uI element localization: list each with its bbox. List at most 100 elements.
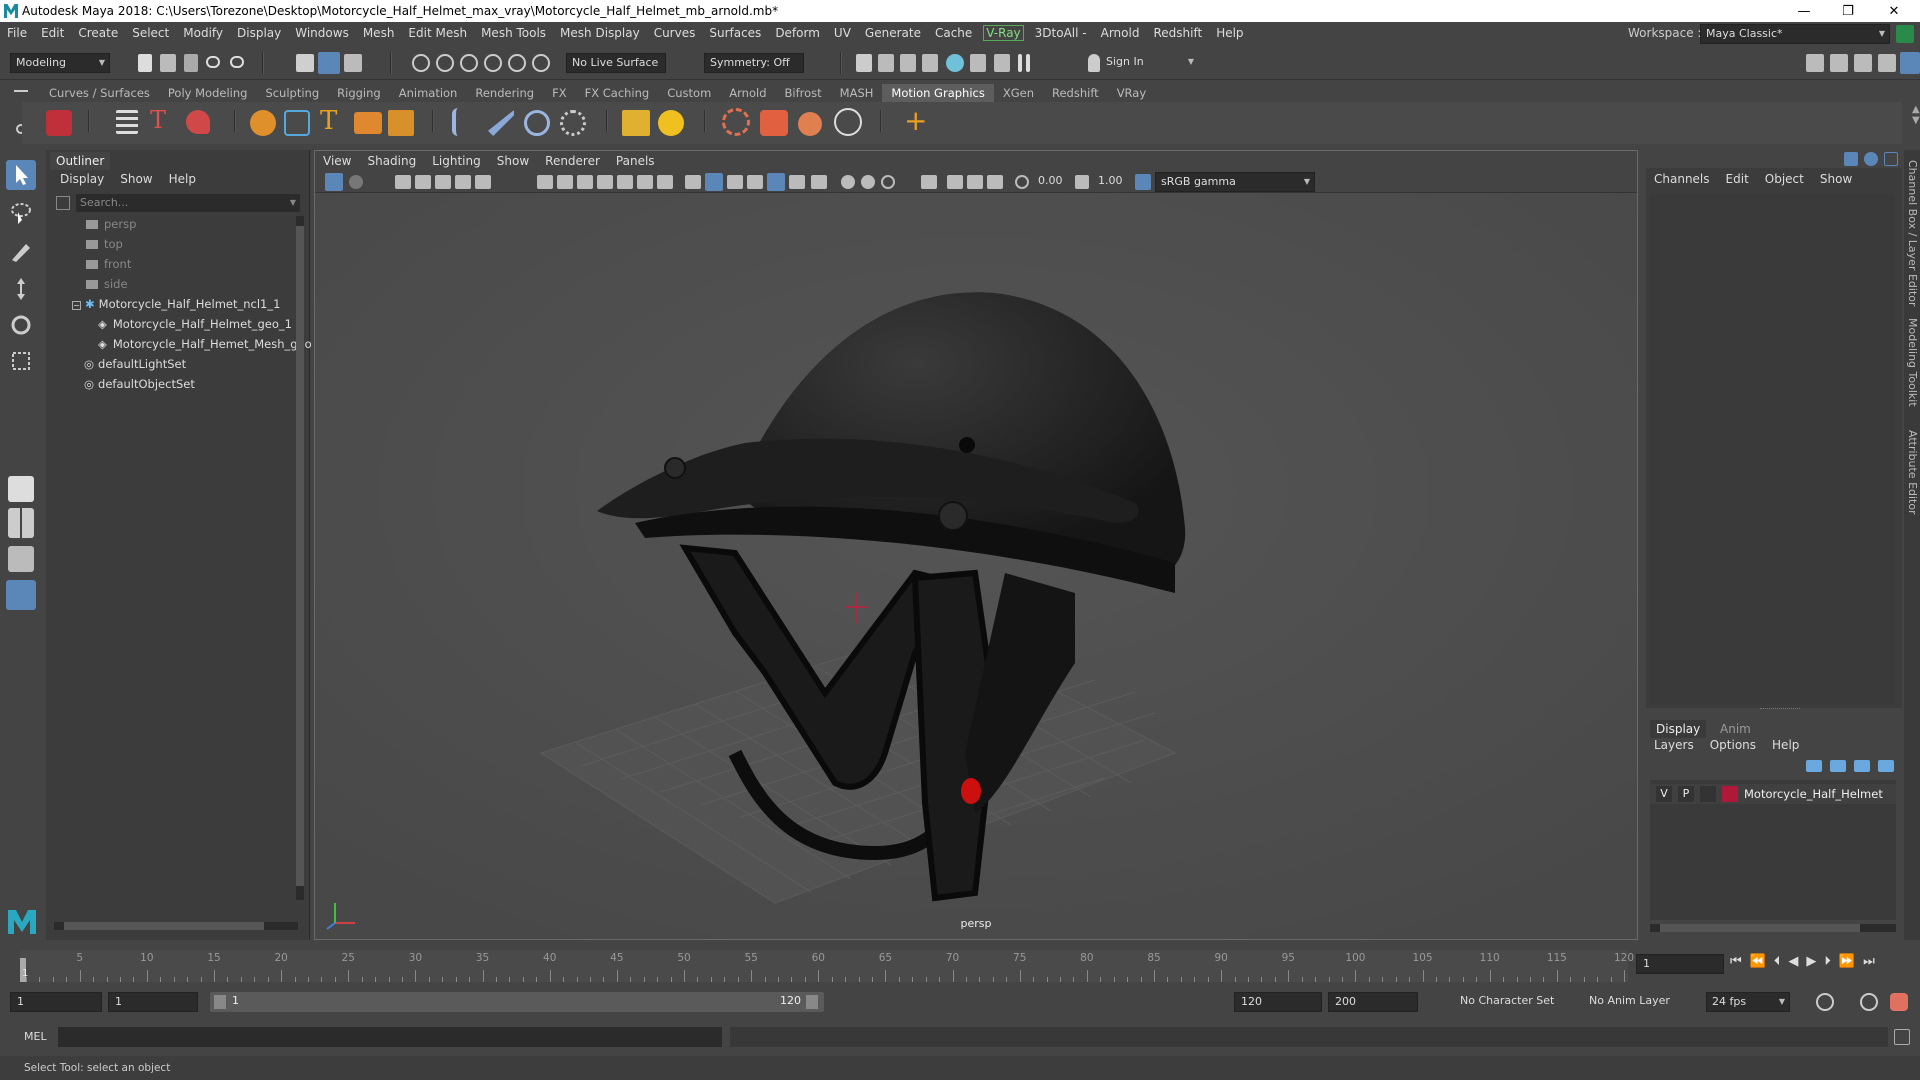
layer-visibility-toggle[interactable]: V: [1656, 786, 1672, 802]
lights-icon[interactable]: [767, 173, 785, 191]
sun-icon[interactable]: [658, 110, 684, 136]
pause-icon[interactable]: [1018, 54, 1022, 72]
playback-end-field[interactable]: 120: [1234, 992, 1322, 1012]
channelbox-menu-show[interactable]: Show: [1812, 172, 1860, 186]
attribute-editor-icon[interactable]: [1830, 54, 1848, 72]
channelbox-icon[interactable]: [1844, 152, 1858, 166]
resolution-gate-icon[interactable]: [577, 175, 593, 189]
shelf-menu-icon[interactable]: [14, 90, 28, 92]
menu-display[interactable]: Display: [230, 26, 288, 40]
snowflake-icon[interactable]: [834, 108, 862, 136]
select-tool-icon[interactable]: [6, 160, 36, 190]
text-icon[interactable]: T: [150, 106, 166, 134]
menu-windows[interactable]: Windows: [288, 26, 356, 40]
scene-end-field[interactable]: 200: [1328, 992, 1418, 1012]
lasso-tool-icon[interactable]: [6, 198, 36, 228]
select-by-component-icon[interactable]: [344, 54, 362, 72]
shadows-icon[interactable]: [789, 175, 805, 189]
persp-outliner-icon[interactable]: [8, 546, 34, 572]
viewport-menu-show[interactable]: Show: [489, 154, 537, 168]
modeling-toolkit-icon[interactable]: [1806, 54, 1824, 72]
outliner-item-side[interactable]: side: [86, 274, 128, 294]
viewport-menu-lighting[interactable]: Lighting: [424, 154, 489, 168]
snap-pivot-icon[interactable]: [532, 54, 550, 72]
select-by-object-icon[interactable]: [318, 52, 340, 74]
camera-lock-icon[interactable]: [349, 175, 363, 189]
layer-color-swatch[interactable]: [1722, 786, 1738, 802]
symmetry-dropdown[interactable]: Symmetry: Off: [704, 53, 804, 73]
play-forward-icon[interactable]: ▶: [1806, 954, 1816, 969]
gear-icon[interactable]: [722, 108, 750, 136]
new-scene-icon[interactable]: [138, 54, 152, 72]
layer-name[interactable]: Motorcycle_Half_Helmet: [1744, 786, 1883, 802]
shelf-tab-poly-modeling[interactable]: Poly Modeling: [159, 84, 257, 102]
color-space-dropdown[interactable]: sRGB gamma ▼: [1155, 172, 1315, 192]
viewport-menu-view[interactable]: View: [315, 154, 359, 168]
shelf-tab-rigging[interactable]: Rigging: [328, 84, 390, 102]
save-scene-icon[interactable]: [184, 54, 198, 72]
outliner-menu-display[interactable]: Display: [52, 170, 112, 188]
menu-file[interactable]: File: [0, 26, 34, 40]
smooth-shade-icon[interactable]: [705, 173, 723, 191]
layer-tab-anim[interactable]: Anim: [1720, 720, 1751, 738]
xray-icon[interactable]: [947, 175, 963, 189]
animation-prefs-icon[interactable]: [1890, 993, 1908, 1011]
menu-generate[interactable]: Generate: [858, 26, 928, 40]
field-chart-icon[interactable]: [617, 175, 633, 189]
script-language-label[interactable]: MEL: [24, 1030, 47, 1043]
menu-arnold[interactable]: Arnold: [1094, 26, 1147, 40]
script-editor-icon[interactable]: [1894, 1029, 1910, 1045]
camera-select-icon[interactable]: [325, 173, 343, 191]
outliner-layout-icon[interactable]: [6, 580, 36, 610]
menu-edit[interactable]: Edit: [34, 26, 71, 40]
snap-view-icon[interactable]: [484, 54, 502, 72]
grid-toggle-icon[interactable]: [537, 175, 553, 189]
menu-curves[interactable]: Curves: [647, 26, 703, 40]
open-scene-icon[interactable]: [160, 54, 176, 72]
auto-key-icon[interactable]: [1860, 993, 1878, 1011]
menu-deform[interactable]: Deform: [768, 26, 827, 40]
outliner-menu-help[interactable]: Help: [161, 170, 204, 188]
outliner-search-input[interactable]: Search... ▼: [76, 194, 300, 212]
shelf-tab-rendering[interactable]: Rendering: [466, 84, 543, 102]
playback-start-field[interactable]: 1: [108, 992, 198, 1012]
step-forward-frame-icon[interactable]: ⏵: [1824, 954, 1831, 969]
safe-title-icon[interactable]: [657, 175, 673, 189]
depth-of-field-icon[interactable]: [881, 175, 895, 189]
exposure-field[interactable]: 0.00: [1033, 172, 1073, 192]
step-back-frame-icon[interactable]: ⏴: [1774, 954, 1781, 969]
list-icon[interactable]: [116, 110, 138, 134]
menu-vray[interactable]: V-Ray: [983, 25, 1024, 41]
filter-icon[interactable]: [56, 196, 70, 210]
mash-network-icon[interactable]: [46, 110, 72, 136]
wireframe-icon[interactable]: [685, 175, 701, 189]
backface-culling-icon[interactable]: [987, 175, 1003, 189]
move-tool-icon[interactable]: [6, 274, 36, 304]
menu-mesh-display[interactable]: Mesh Display: [553, 26, 647, 40]
loop-icon[interactable]: [1816, 993, 1834, 1011]
range-bar[interactable]: 1 120: [210, 992, 824, 1012]
move-layer-down-icon[interactable]: [1830, 760, 1846, 772]
film-gate-icon[interactable]: [557, 175, 573, 189]
side-tab-modeling-toolkit[interactable]: Modeling Toolkit: [1906, 318, 1919, 407]
panel-splitter[interactable]: [1760, 708, 1800, 711]
sphere-icon[interactable]: [250, 110, 276, 136]
shelf-tab-fx-caching[interactable]: FX Caching: [576, 84, 659, 102]
image-plane-icon[interactable]: [435, 175, 451, 189]
fps-dropdown[interactable]: 24 fps ▼: [1706, 992, 1790, 1012]
move-layer-up-icon[interactable]: [1806, 760, 1822, 772]
plus-icon[interactable]: +: [904, 104, 927, 137]
go-to-start-icon[interactable]: ⏮: [1730, 954, 1742, 969]
type-icon[interactable]: T: [320, 106, 337, 136]
fibers-icon[interactable]: [452, 108, 478, 136]
outliner-item-helmet-mesh-geo[interactable]: ◈ Motorcycle_Half_Hemet_Mesh_geo: [98, 334, 312, 354]
scrollbar-thumb[interactable]: [1660, 924, 1860, 932]
curve-icon[interactable]: [284, 110, 310, 136]
xray-joints-icon[interactable]: [967, 175, 983, 189]
float-panel-icon[interactable]: [1884, 152, 1898, 166]
render-settings-icon[interactable]: [970, 54, 986, 72]
range-start-handle[interactable]: [214, 995, 226, 1009]
outliner-item-default-light-set[interactable]: ◎ defaultLightSet: [84, 354, 186, 374]
new-layer-icon[interactable]: [1854, 760, 1870, 772]
side-tab-attribute-editor[interactable]: Attribute Editor: [1906, 430, 1919, 515]
